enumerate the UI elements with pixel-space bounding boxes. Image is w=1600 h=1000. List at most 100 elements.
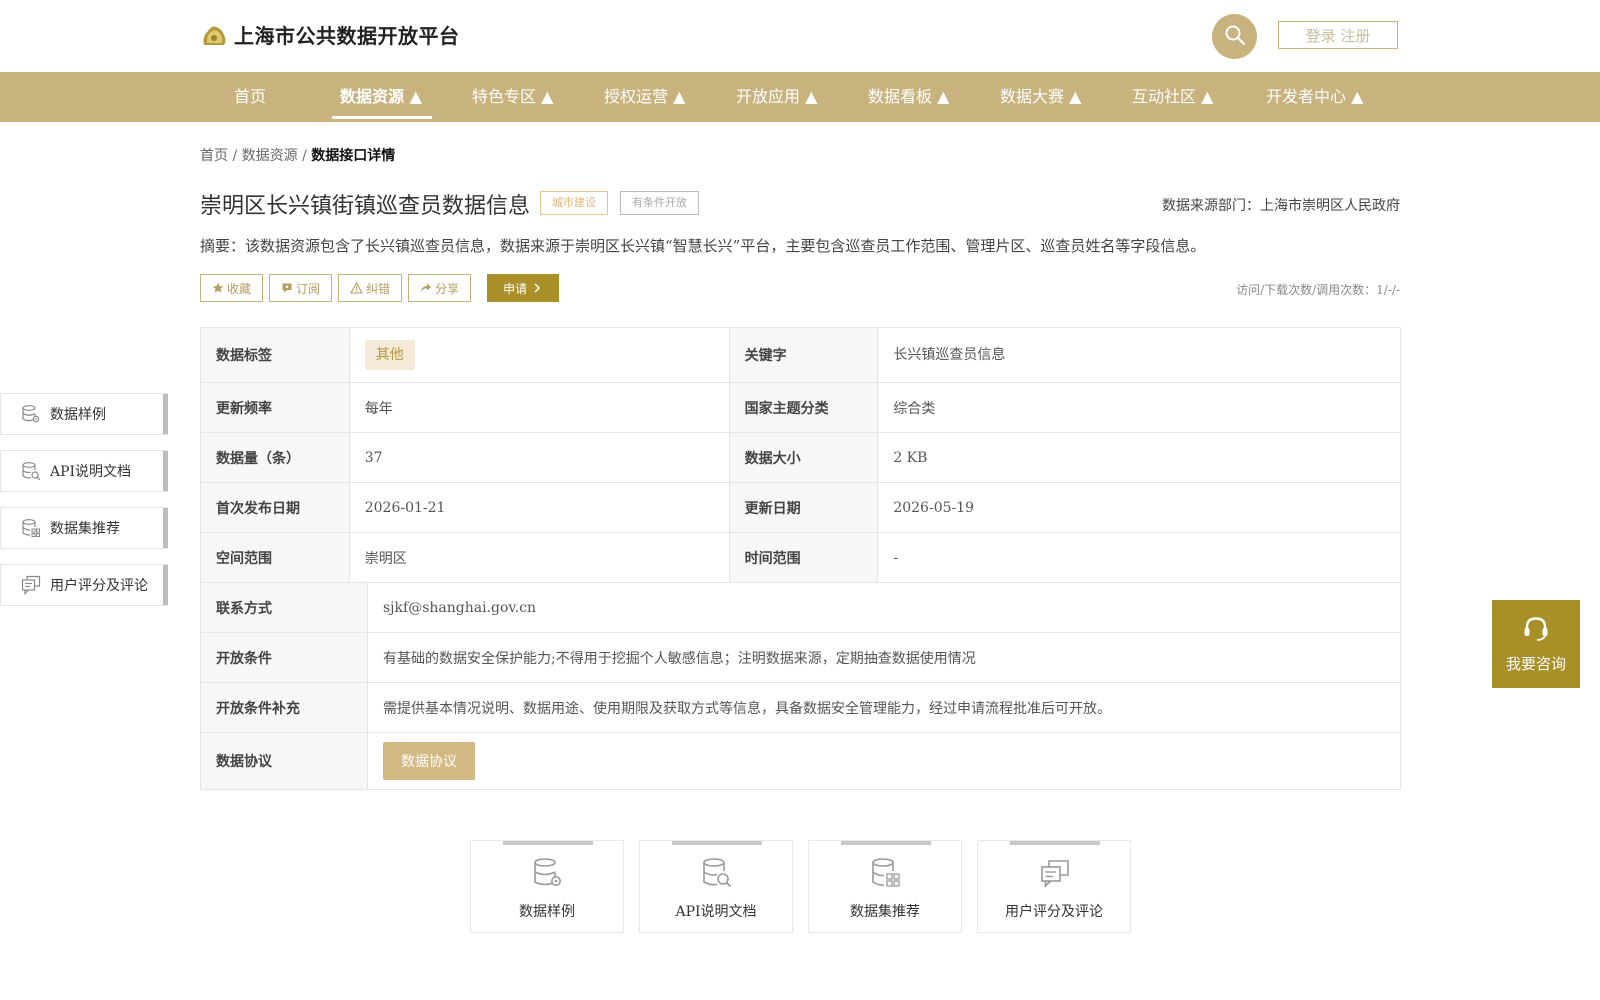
breadcrumb-section[interactable]: 数据资源 bbox=[242, 148, 298, 164]
data-size-value: 2 KB bbox=[878, 433, 1402, 482]
side-nav-label: 数据样例 bbox=[50, 407, 106, 423]
nav-item-community[interactable]: 互动社区 ▲ bbox=[1132, 72, 1213, 122]
breadcrumb-current: 数据接口详情 bbox=[311, 148, 396, 164]
card-label: API说明文档 bbox=[675, 904, 757, 920]
card-user-reviews[interactable]: 用户评分及评论 bbox=[977, 840, 1131, 933]
correct-label: 纠错 bbox=[366, 281, 391, 296]
site-logo[interactable]: 上海市公共数据开放平台 bbox=[200, 20, 460, 49]
time-scope-label: 时间范围 bbox=[729, 533, 879, 582]
category-tag: 城市建设 bbox=[540, 191, 608, 215]
chevron-right-icon bbox=[534, 283, 541, 293]
database-grid-icon bbox=[871, 857, 901, 889]
share-button[interactable]: 分享 bbox=[408, 274, 472, 302]
update-date-label: 更新日期 bbox=[729, 483, 879, 532]
site-title: 上海市公共数据开放平台 bbox=[234, 24, 460, 48]
database-search-icon bbox=[702, 857, 732, 889]
update-frequency-value: 每年 bbox=[350, 383, 730, 432]
database-gear-icon bbox=[21, 404, 41, 424]
main-nav: 首页 数据资源 ▲ 特色专区 ▲ 授权运营 ▲ 开放应用 ▲ 数据看板 ▲ 数据… bbox=[0, 72, 1600, 122]
nav-item-developer[interactable]: 开发者中心 ▲ bbox=[1266, 72, 1363, 122]
subscribe-icon bbox=[282, 283, 292, 293]
side-nav-user-reviews[interactable]: 用户评分及评论 bbox=[0, 564, 168, 606]
collect-button[interactable]: 收藏 bbox=[200, 274, 264, 302]
card-top-bar bbox=[1010, 841, 1100, 845]
card-top-bar bbox=[841, 841, 931, 845]
side-nav-label: 数据集推荐 bbox=[50, 521, 120, 537]
update-frequency-label: 更新频率 bbox=[201, 383, 350, 432]
side-nav-marker bbox=[163, 565, 168, 605]
comment-icon bbox=[21, 575, 41, 595]
subscribe-button[interactable]: 订阅 bbox=[269, 274, 333, 302]
nav-active-indicator bbox=[332, 116, 432, 119]
table-row: 首次发布日期 2026-01-21 更新日期 2026-05-19 bbox=[201, 483, 1402, 533]
agreement-label: 数据协议 bbox=[201, 733, 368, 789]
data-tag-chip[interactable]: 其他 bbox=[364, 340, 415, 370]
correct-button[interactable]: 纠错 bbox=[338, 274, 403, 302]
side-nav-dataset-recommend[interactable]: 数据集推荐 bbox=[0, 507, 168, 549]
login-register-button[interactable]: 登录 注册 bbox=[1278, 21, 1398, 49]
nav-item-competition[interactable]: 数据大赛 ▲ bbox=[1000, 72, 1081, 122]
card-dataset-recommend[interactable]: 数据集推荐 bbox=[808, 840, 962, 933]
table-row: 联系方式 sjkf@shanghai.gov.cn bbox=[201, 583, 1401, 633]
open-condition-value: 有基础的数据安全保护能力;不得用于挖掘个人敏感信息；注明数据来源，定期抽查数据使… bbox=[368, 633, 1401, 682]
data-size-label: 数据大小 bbox=[729, 433, 879, 482]
card-label: 数据样例 bbox=[519, 904, 575, 920]
visit-stats: 访问/下载次数/调用次数：1/-/- bbox=[1236, 283, 1400, 297]
agreement-cell: 数据协议 bbox=[368, 733, 1401, 789]
nav-item-dashboard[interactable]: 数据看板 ▲ bbox=[868, 72, 949, 122]
time-scope-value: - bbox=[878, 533, 1402, 582]
metadata-table: 数据标签 其他 关键字 长兴镇巡查员信息 更新频率 每年 国家主题分类 综合类 … bbox=[200, 327, 1402, 790]
side-nav-data-sample[interactable]: 数据样例 bbox=[0, 393, 168, 435]
card-api-docs[interactable]: API说明文档 bbox=[639, 840, 793, 933]
headset-icon bbox=[1521, 615, 1551, 647]
table-row: 开放条件 有基础的数据安全保护能力;不得用于挖掘个人敏感信息；注明数据来源，定期… bbox=[201, 633, 1401, 683]
keyword-value: 长兴镇巡查员信息 bbox=[878, 328, 1402, 382]
star-icon bbox=[212, 282, 224, 293]
table-row: 数据标签 其他 关键字 长兴镇巡查员信息 bbox=[201, 328, 1402, 383]
breadcrumb: 首页 / 数据资源 / 数据接口详情 bbox=[200, 145, 395, 165]
consult-button[interactable]: 我要咨询 bbox=[1492, 600, 1580, 688]
subscribe-label: 订阅 bbox=[296, 281, 321, 296]
breadcrumb-separator: / bbox=[302, 148, 307, 164]
nav-item-open-apps[interactable]: 开放应用 ▲ bbox=[736, 72, 817, 122]
open-condition-label: 开放条件 bbox=[201, 633, 368, 682]
apply-button[interactable]: 申请 bbox=[487, 274, 560, 302]
first-publish-value: 2026-01-21 bbox=[350, 483, 730, 532]
nav-item-authorized-ops[interactable]: 授权运营 ▲ bbox=[604, 72, 685, 122]
theme-value: 综合类 bbox=[878, 383, 1402, 432]
logo-icon bbox=[200, 21, 228, 49]
side-nav-marker bbox=[163, 451, 168, 491]
contact-value: sjkf@shanghai.gov.cn bbox=[368, 583, 1401, 632]
dataset-summary: 摘要：该数据资源包含了长兴镇巡查员信息，数据来源于崇明区长兴镇“智慧长兴”平台，… bbox=[200, 237, 1206, 255]
table-row: 开放条件补充 需提供基本情况说明、数据用途、使用期限及获取方式等信息，具备数据安… bbox=[201, 683, 1401, 733]
source-department: 数据来源部门：上海市崇明区人民政府 bbox=[1162, 198, 1400, 214]
nav-item-data-resources[interactable]: 数据资源 ▲ bbox=[340, 72, 422, 122]
card-label: 数据集推荐 bbox=[850, 904, 920, 920]
record-count-label: 数据量（条） bbox=[201, 433, 350, 482]
table-row: 数据协议 数据协议 bbox=[201, 733, 1401, 790]
side-nav-marker bbox=[163, 394, 168, 434]
comment-icon bbox=[1040, 857, 1070, 889]
side-nav-marker bbox=[163, 508, 168, 548]
record-count-value: 37 bbox=[350, 433, 730, 482]
card-data-sample[interactable]: 数据样例 bbox=[470, 840, 624, 933]
data-agreement-button[interactable]: 数据协议 bbox=[383, 742, 475, 780]
open-condition-extra-label: 开放条件补充 bbox=[201, 683, 368, 732]
breadcrumb-separator: / bbox=[232, 148, 238, 164]
nav-item-home[interactable]: 首页 bbox=[234, 72, 266, 122]
side-nav-label: API说明文档 bbox=[50, 464, 132, 480]
nav-item-special-zone[interactable]: 特色专区 ▲ bbox=[472, 72, 553, 122]
open-condition-tag: 有条件开放 bbox=[620, 191, 699, 215]
spatial-scope-value: 崇明区 bbox=[350, 533, 730, 582]
side-nav-label: 用户评分及评论 bbox=[50, 578, 148, 594]
side-nav-api-docs[interactable]: API说明文档 bbox=[0, 450, 168, 492]
spatial-scope-label: 空间范围 bbox=[201, 533, 350, 582]
table-row: 更新频率 每年 国家主题分类 综合类 bbox=[201, 383, 1402, 433]
database-search-icon bbox=[21, 461, 41, 481]
update-date-value: 2026-05-19 bbox=[878, 483, 1402, 532]
share-label: 分享 bbox=[435, 281, 460, 296]
breadcrumb-home[interactable]: 首页 bbox=[200, 148, 228, 164]
action-bar: 收藏 订阅 纠错 分享 申请 bbox=[200, 274, 560, 302]
share-icon bbox=[421, 283, 432, 292]
search-button[interactable] bbox=[1212, 14, 1257, 59]
